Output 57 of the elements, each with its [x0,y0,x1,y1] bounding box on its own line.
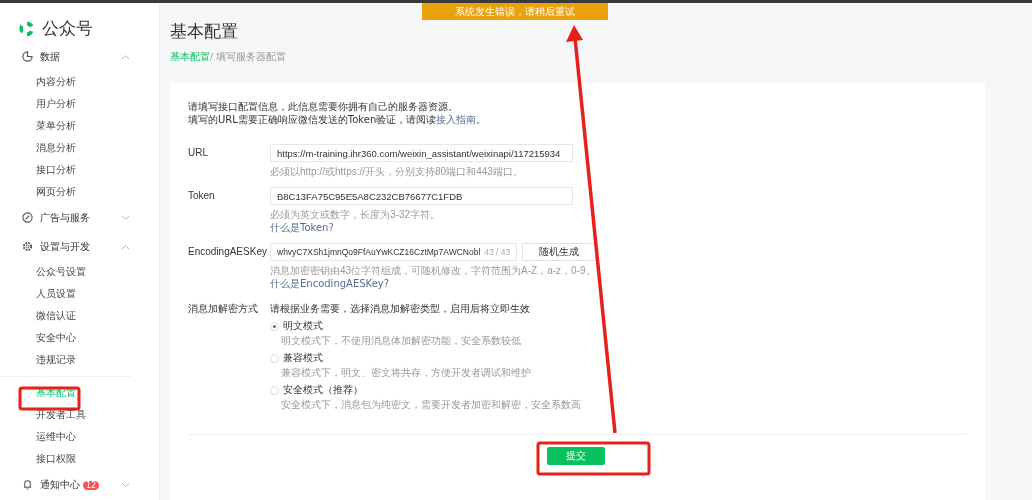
nav-item[interactable]: 开发者工具 [0,404,131,426]
option-description: 明文模式下，不使用消息体加解密功能，安全系数较低 [281,334,522,348]
nav-item[interactable]: 接口权限 [0,448,131,470]
input-field[interactable]: https://m-training.ihr360.com/weixin_assistant/weixinapi/117215934 [270,144,573,162]
guide-link[interactable]: 接入指南 [436,114,477,125]
nav-item[interactable]: 人员设置 [0,283,159,305]
radio-label[interactable]: 安全模式（推荐） [283,384,363,396]
nav-item[interactable]: 网页分析 [0,181,159,203]
radio-label[interactable]: 明文模式 [283,320,323,332]
input-field[interactable]: B8C13FA75C95E5A8C232CB76677C1FDB [270,187,573,205]
chevron-icon[interactable] [121,243,130,250]
chart-icon [22,51,33,62]
chevron-icon[interactable] [121,481,130,488]
bell-icon [22,479,33,490]
nav-group-label[interactable]: 数据 [40,50,60,62]
help-link[interactable]: 什么是Token? [270,221,334,234]
nav-item[interactable]: 用户分析 [0,93,159,115]
breadcrumb-current: / 填写服务器配置 [210,51,287,62]
chevron-icon[interactable] [121,214,130,221]
encryption-hint: 请根据业务需要，选择消息加解密类型，启用后将立即生效 [270,302,531,316]
option-description: 安全模式下，消息包为纯密文，需要开发者加密和解密，安全系数高 [281,398,582,412]
nav-item[interactable]: 内容分析 [0,71,159,93]
gear-icon [22,241,33,252]
radio-label[interactable]: 兼容模式 [283,352,323,364]
option-description: 兼容模式下，明文、密文将共存，方便开发者调试和维护 [281,366,532,380]
nav-item[interactable]: 微信认证 [0,305,159,327]
compass-icon [22,212,33,223]
nav-item[interactable]: 运维中心 [0,426,131,448]
nav-item[interactable]: 接口分析 [0,159,159,181]
input-field[interactable]: whvyC7XSh1jmnQo9FfAuYwKCZ16CztMp7AWCNobl 43 / 43 [270,243,518,261]
logo-text: 公众号 [42,17,93,40]
error-toast: 系统发生错误，请稍后重试 [422,3,608,20]
nav-item[interactable]: 菜单分析 [0,115,159,137]
field-label: Token [188,189,216,203]
intro-text: 填写的URL需要正确响应微信发送的Token验证，请阅读接入指南。 [188,113,488,126]
nav-item[interactable]: 公众号设置 [0,261,159,283]
generate-button[interactable]: 随机生成 [522,243,597,261]
field-hint: 必须为英文或数字，长度为3-32字符。 [270,208,441,221]
nav-group-label[interactable]: 广告与服务 [40,211,90,223]
field-label: 消息加解密方式 [188,302,259,316]
field-label: URL [188,146,209,160]
nav-group-label[interactable]: 设置与开发 [40,240,90,252]
char-counter: 43 / 43 [483,247,511,257]
logo-icon [18,19,36,38]
help-link[interactable]: 什么是EncodingAESKey? [270,277,390,290]
nav-item[interactable]: 安全中心 [0,327,159,349]
annotation-frame [18,386,81,411]
nav-group-label[interactable]: 通知中心 [40,478,80,490]
chevron-icon[interactable] [121,53,130,60]
field-hint: 必须以http://或https://开头，分别支持80端口和443端口。 [270,165,524,178]
field-hint: 消息加密密钥由43位字符组成，可随机修改，字符范围为A-Z，a-z，0-9。 [270,264,597,277]
count-badge: 12 [83,480,100,490]
intro-text: 请填写接口配置信息，此信息需要你拥有自己的服务器资源。 [188,100,459,113]
nav-item[interactable]: 违规记录 [0,349,159,371]
field-label: EncodingAESKey [188,245,268,259]
nav-item[interactable]: 消息分析 [0,137,159,159]
page-title: 基本配置 [170,20,239,43]
